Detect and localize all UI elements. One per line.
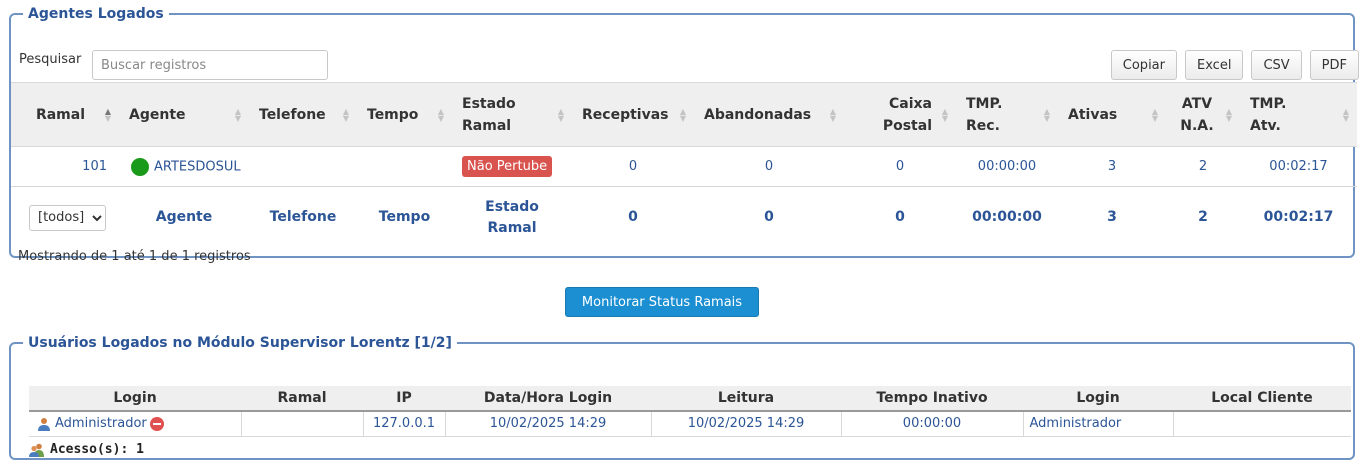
footer-tempo: Tempo — [378, 209, 431, 226]
status-online-icon — [131, 157, 149, 176]
access-count-text: Acesso(s): 1 — [50, 442, 144, 457]
col-header-ramal: Ramal — [241, 386, 363, 412]
search-label: Pesquisar — [19, 52, 82, 67]
footer-telefone: Telefone — [269, 209, 337, 226]
cell-ativas: 3 — [1058, 146, 1166, 187]
table-header-row: Ramal ▲ ▼ Agente ▲ ▼ Telefone ▲ ▼ Tempo ▲ ▼ Esta… — [11, 82, 1357, 147]
sort-icon: ▲ ▼ — [1225, 106, 1232, 123]
cell-atv-na: 2 — [1166, 146, 1240, 187]
cell-tmp-atv: 00:02:17 — [1240, 146, 1357, 187]
col-header-ativas[interactable]: Ativas ▲ ▼ — [1058, 82, 1166, 147]
sort-icon: ▲ ▼ — [941, 106, 948, 123]
user-icon — [38, 417, 50, 431]
footer-receptivas: 0 — [628, 209, 638, 226]
agents-table: Ramal ▲ ▼ Agente ▲ ▼ Telefone ▲ ▼ Tempo ▲ ▼ Esta… — [11, 82, 1357, 249]
col-header-abandonadas[interactable]: Abandonadas ▲ ▼ — [694, 82, 844, 147]
table-footer-row: [todos] Agente Telefone Tempo Estado Ram… — [11, 187, 1357, 249]
footer-tmp-rec: 00:00:00 — [972, 209, 1042, 226]
excel-button[interactable]: Excel — [1185, 50, 1244, 80]
col-header-atv-na[interactable]: ATV N.A. ▲ ▼ — [1166, 82, 1240, 147]
agents-panel-title: Agentes Logados — [28, 6, 164, 22]
footer-ativas: 3 — [1107, 209, 1117, 226]
users-group-icon — [29, 443, 44, 457]
col-header-tempo-inativo: Tempo Inativo — [841, 386, 1023, 412]
users-panel-title: Usuários Logados no Módulo Supervisor Lo… — [28, 335, 452, 351]
col-header-tempo[interactable]: Tempo ▲ ▼ — [357, 82, 452, 147]
col-header-login: Login — [29, 386, 241, 412]
cell-telefone — [249, 146, 357, 187]
col-header-telefone[interactable]: Telefone ▲ ▼ — [249, 82, 357, 147]
footer-abandonadas: 0 — [764, 209, 774, 226]
cell-caixa-postal: 0 — [844, 146, 956, 187]
table-info-text: Mostrando de 1 até 1 de 1 registros — [18, 249, 251, 264]
agents-panel: Agentes Logados Pesquisar Copiar Excel C… — [9, 6, 1359, 264]
table-row[interactable]: 101 ARTESDOSUL Não Pertube 0 0 0 00:00:0… — [11, 146, 1357, 187]
users-table: Login Ramal IP Data/Hora Login Leitura T… — [29, 386, 1351, 437]
col-header-tmp-atv[interactable]: TMP. Atv. ▲ ▼ — [1240, 82, 1357, 147]
cell-estado-ramal: Não Pertube — [452, 146, 572, 187]
users-header-row: Login Ramal IP Data/Hora Login Leitura T… — [29, 386, 1351, 412]
sort-icon: ▲ ▼ — [829, 106, 836, 123]
search-row: Pesquisar Copiar Excel CSV PDF — [19, 49, 1359, 81]
cell-agente: ARTESDOSUL — [119, 146, 249, 187]
col-header-caixa-postal[interactable]: Caixa Postal ▲ ▼ — [844, 82, 956, 147]
monitor-status-button[interactable]: Monitorar Status Ramais — [565, 287, 759, 317]
footer-caixa-postal: 0 — [895, 209, 905, 226]
pdf-button[interactable]: PDF — [1309, 50, 1359, 80]
footer-tmp-atv: 00:02:17 — [1263, 209, 1334, 226]
sort-icon: ▲ ▼ — [104, 106, 111, 123]
cell-local-cliente — [1172, 411, 1351, 437]
cell-ramal — [240, 411, 363, 437]
sort-icon: ▲ ▼ — [1151, 106, 1158, 123]
cell-leitura: 10/02/2025 14:29 — [650, 411, 841, 437]
sort-icon: ▲ ▼ — [1043, 106, 1050, 123]
cell-receptivas: 0 — [572, 146, 694, 187]
col-header-ramal[interactable]: Ramal ▲ ▼ — [11, 82, 119, 147]
col-header-data-hora-login: Data/Hora Login — [445, 386, 651, 412]
user-login-link[interactable]: Administrador — [55, 416, 147, 431]
agent-name: ARTESDOSUL — [154, 159, 241, 174]
cell-data-hora-login: 10/02/2025 14:29 — [444, 411, 651, 437]
sort-icon: ▲ ▼ — [437, 106, 444, 123]
csv-button[interactable]: CSV — [1251, 50, 1302, 80]
cell-tmp-rec: 00:00:00 — [956, 146, 1058, 187]
col-header-estado-ramal[interactable]: Estado Ramal ▲ ▼ — [452, 82, 572, 147]
export-button-group: Copiar Excel CSV PDF — [1110, 50, 1359, 80]
ramal-filter-select[interactable]: [todos] — [29, 204, 106, 231]
sort-icon: ▲ ▼ — [679, 106, 686, 123]
cell-login: Administrador — [29, 411, 241, 437]
cell-ramal: 101 — [11, 146, 119, 187]
cell-ip: 127.0.0.1 — [362, 411, 445, 437]
col-header-login-2: Login — [1023, 386, 1173, 412]
footer-agente: Agente — [155, 209, 213, 226]
footer-estado-ramal: Estado Ramal — [485, 198, 539, 236]
search-input[interactable] — [92, 50, 328, 80]
col-header-receptivas[interactable]: Receptivas ▲ ▼ — [572, 82, 694, 147]
sort-icon: ▲ ▼ — [1342, 106, 1349, 123]
copy-button[interactable]: Copiar — [1110, 50, 1177, 80]
col-header-ip: IP — [363, 386, 445, 412]
sort-icon: ▲ ▼ — [557, 106, 564, 123]
cell-login-2: Administrador — [1022, 411, 1173, 437]
table-row[interactable]: Administrador 127.0.0.1 10/02/2025 14:29… — [29, 411, 1351, 437]
status-badge: Não Pertube — [462, 156, 553, 177]
footer-filter: [todos] — [11, 187, 119, 249]
cell-tempo — [357, 146, 452, 187]
sort-icon: ▲ ▼ — [342, 106, 349, 123]
remove-icon[interactable] — [149, 416, 164, 431]
col-header-leitura: Leitura — [651, 386, 841, 412]
access-count: Acesso(s): 1 — [29, 442, 144, 457]
users-panel: Usuários Logados no Módulo Supervisor Lo… — [9, 335, 1355, 460]
sort-icon: ▲ ▼ — [234, 106, 241, 123]
cell-abandonadas: 0 — [694, 146, 844, 187]
footer-atv-na: 2 — [1198, 209, 1208, 226]
col-header-tmp-rec[interactable]: TMP. Rec. ▲ ▼ — [956, 82, 1058, 147]
cell-tempo-inativo: 00:00:00 — [840, 411, 1023, 437]
col-header-agente[interactable]: Agente ▲ ▼ — [119, 82, 249, 147]
col-header-local-cliente: Local Cliente — [1173, 386, 1351, 412]
